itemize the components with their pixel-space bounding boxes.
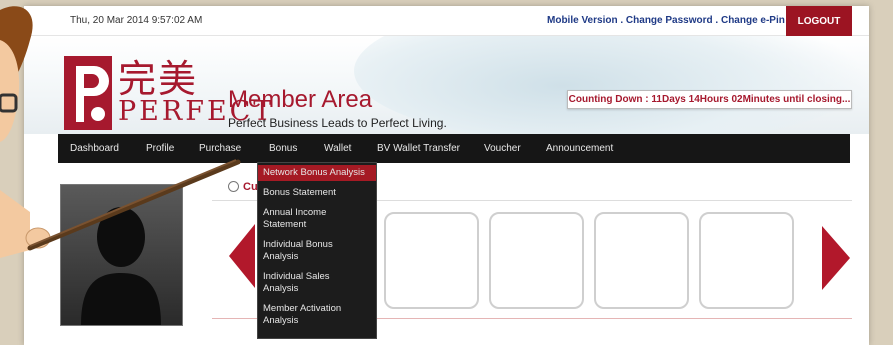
- menu-item-network-bonus-analysis[interactable]: Network Bonus Analysis: [263, 167, 375, 179]
- mobile-version-link[interactable]: Mobile Version: [547, 15, 618, 26]
- top-links: Mobile Version . Change Password . Chang…: [547, 15, 785, 26]
- top-bar: Thu, 20 Mar 2014 9:57:02 AM Mobile Versi…: [24, 6, 869, 36]
- carousel-next-arrow-icon[interactable]: [822, 226, 850, 290]
- nav-item-purchase[interactable]: Purchase: [199, 143, 241, 154]
- tagline: Perfect Business Leads to Perfect Living…: [228, 116, 447, 130]
- menu-item-annual-income-statement[interactable]: Annual Income Statement: [263, 207, 333, 231]
- section-title: Cu: [243, 181, 258, 193]
- carousel-card[interactable]: [384, 212, 479, 309]
- logout-button[interactable]: LOGOUT: [786, 6, 852, 36]
- nav-item-voucher[interactable]: Voucher: [484, 143, 521, 154]
- nav-item-wallet[interactable]: Wallet: [324, 143, 351, 154]
- profile-silhouette-icon: [81, 207, 161, 325]
- page-title: Member Area: [228, 86, 373, 113]
- main-nav: Dashboard Profile Purchase Bonus Wallet …: [58, 134, 850, 163]
- change-password-link[interactable]: Change Password: [626, 15, 713, 26]
- link-separator: .: [617, 15, 626, 26]
- countdown-banner: Counting Down : 11Days 14Hours 02Minutes…: [567, 90, 852, 109]
- avatar: [60, 184, 183, 326]
- carousel-card[interactable]: [489, 212, 584, 309]
- date-time: Thu, 20 Mar 2014 9:57:02 AM: [70, 15, 203, 26]
- nav-item-announcement[interactable]: Announcement: [546, 143, 613, 154]
- menu-item-bonus-statement[interactable]: Bonus Statement: [263, 187, 375, 199]
- section-bullet-icon: [228, 181, 239, 192]
- nav-item-bv-wallet-transfer[interactable]: BV Wallet Transfer: [377, 143, 460, 154]
- logo-chinese-text: 完美: [118, 57, 199, 101]
- header: 完美 PERFECT Member Area Perfect Business …: [24, 36, 869, 134]
- nav-item-dashboard[interactable]: Dashboard: [70, 143, 119, 154]
- perfect-logo-icon: [64, 56, 112, 130]
- menu-item-individual-bonus-analysis[interactable]: Individual Bonus Analysis: [263, 239, 345, 263]
- menu-item-individual-sales-analysis[interactable]: Individual Sales Analysis: [263, 271, 339, 295]
- change-epin-link[interactable]: Change e-Pin: [721, 15, 785, 26]
- carousel-card[interactable]: [699, 212, 794, 309]
- carousel-card[interactable]: [594, 212, 689, 309]
- bonus-dropdown-menu: Network Bonus Analysis Bonus Statement A…: [257, 162, 377, 339]
- nav-item-bonus[interactable]: Bonus: [269, 143, 297, 154]
- carousel-prev-arrow-icon[interactable]: [229, 224, 255, 288]
- menu-item-member-activation-analysis[interactable]: Member Activation Analysis: [263, 303, 351, 327]
- nav-item-profile[interactable]: Profile: [146, 143, 174, 154]
- page-frame: Thu, 20 Mar 2014 9:57:02 AM Mobile Versi…: [24, 6, 869, 345]
- link-separator: .: [712, 15, 721, 26]
